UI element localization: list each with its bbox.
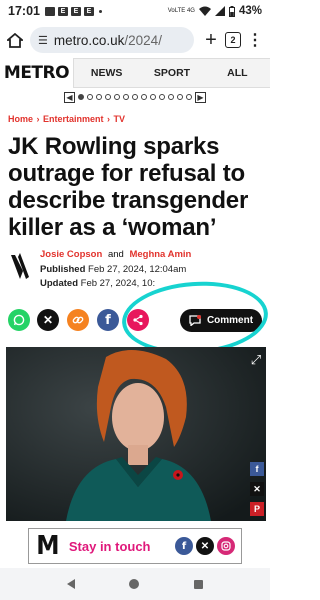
breadcrumb-home[interactable]: Home: [8, 114, 33, 124]
x-icon: ✕: [42, 313, 54, 327]
author-link[interactable]: Meghna Amin: [129, 249, 191, 260]
author-link[interactable]: Josie Copson: [40, 249, 102, 260]
tab-switcher-button[interactable]: 2: [222, 29, 244, 51]
battery-icon: [228, 5, 235, 17]
whatsapp-icon: [13, 314, 25, 326]
notification-icon: E: [70, 6, 81, 16]
carousel-dot[interactable]: [177, 94, 183, 100]
nav-all[interactable]: ALL: [205, 67, 270, 79]
carousel-dot[interactable]: [78, 94, 84, 100]
breadcrumb: Home › Entertainment › TV: [8, 114, 125, 124]
carousel-dot[interactable]: [159, 94, 165, 100]
breadcrumb-entertainment[interactable]: Entertainment: [43, 114, 104, 124]
facebook-side-icon[interactable]: f: [250, 462, 264, 476]
site-navigation: METRO NEWS SPORT ALL: [0, 58, 270, 88]
x-follow-icon[interactable]: ✕: [196, 537, 214, 555]
photo-illustration: [6, 347, 266, 521]
home-icon[interactable]: [4, 29, 26, 51]
carousel-dot[interactable]: [87, 94, 93, 100]
carousel-dot[interactable]: [168, 94, 174, 100]
tab-count: 2: [225, 32, 241, 48]
status-time: 17:01: [8, 4, 40, 18]
recents-icon[interactable]: [193, 579, 203, 589]
site-settings-icon[interactable]: ☰: [38, 34, 48, 47]
updated-date: Feb 27, 2024, 10:: [80, 278, 156, 289]
browser-toolbar: ☰ metro.co.uk/2024/ + 2 ⋮: [0, 22, 270, 58]
carousel-dot[interactable]: [141, 94, 147, 100]
facebook-icon: f: [105, 312, 111, 328]
status-bar: 17:01 E E E VoLTE 4G 43%: [0, 0, 270, 22]
instagram-follow-icon[interactable]: [217, 537, 235, 555]
stay-in-touch-banner: M Stay in touch f ✕: [28, 528, 242, 564]
new-tab-icon[interactable]: +: [200, 29, 222, 51]
carousel-dot[interactable]: [114, 94, 120, 100]
published-date: Feb 27, 2024, 12:04am: [88, 264, 187, 275]
status-right: VoLTE 4G 43%: [168, 5, 262, 17]
notification-icon: E: [57, 6, 68, 16]
carousel-indicator: ◀ ▶: [0, 90, 270, 104]
carousel-next-icon[interactable]: ▶: [195, 91, 206, 103]
pinterest-side-icon[interactable]: P: [250, 502, 264, 516]
carousel-dot[interactable]: [105, 94, 111, 100]
menu-icon[interactable]: ⋮: [244, 29, 266, 51]
home-button-icon[interactable]: [129, 579, 140, 589]
signal-icon: [214, 6, 225, 16]
metro-logo[interactable]: METRO: [0, 58, 74, 88]
link-icon: [72, 316, 84, 324]
network-icon: VoLTE 4G: [167, 8, 195, 14]
published-label: Published: [40, 264, 86, 275]
nav-sport[interactable]: SPORT: [139, 67, 204, 79]
copy-link-button[interactable]: [67, 309, 89, 331]
carousel-dot[interactable]: [132, 94, 138, 100]
carousel-prev-icon[interactable]: ◀: [64, 91, 75, 103]
carousel-dot[interactable]: [96, 94, 102, 100]
back-icon[interactable]: [67, 579, 76, 589]
battery-level: 43%: [238, 5, 262, 17]
url-host: metro.co.uk: [53, 32, 125, 48]
article-headline: JK Rowling sparks outrage for refusal to…: [8, 133, 249, 241]
author-avatar: [8, 249, 32, 283]
updated-line: Updated Feb 27, 2024, 10:: [40, 278, 155, 289]
x-share-button[interactable]: ✕: [37, 309, 59, 331]
carousel-dot[interactable]: [123, 94, 129, 100]
carousel-dot[interactable]: [186, 94, 192, 100]
article-image[interactable]: ⤢: [6, 347, 266, 521]
carousel-dot[interactable]: [150, 94, 156, 100]
wifi-icon: [198, 6, 211, 16]
notification-icon: [44, 6, 55, 16]
more-notifications-icon: [98, 9, 102, 13]
published-line: Published Feb 27, 2024, 12:04am: [40, 264, 186, 275]
breadcrumb-separator: ›: [104, 114, 113, 124]
updated-label: Updated: [40, 278, 78, 289]
x-side-icon[interactable]: ✕: [250, 482, 264, 496]
facebook-follow-icon[interactable]: f: [175, 537, 193, 555]
metro-m-logo: M: [36, 531, 60, 561]
url-path: /2024/: [124, 32, 162, 48]
breadcrumb-tv[interactable]: TV: [114, 114, 126, 124]
author-separator: and: [107, 249, 124, 260]
breadcrumb-separator: ›: [34, 114, 43, 124]
stay-in-touch-text: Stay in touch: [68, 538, 151, 554]
author-names: Josie Copson and Meghna Amin: [40, 249, 191, 260]
facebook-share-button[interactable]: f: [97, 309, 119, 331]
system-navigation-bar: [0, 568, 270, 600]
whatsapp-share-button[interactable]: [8, 309, 30, 331]
expand-icon[interactable]: ⤢: [248, 352, 264, 368]
address-bar[interactable]: ☰ metro.co.uk/2024/: [30, 27, 194, 53]
nav-news[interactable]: NEWS: [74, 67, 139, 79]
notification-icon: E: [83, 6, 94, 16]
notification-icons: E E E: [44, 6, 102, 16]
